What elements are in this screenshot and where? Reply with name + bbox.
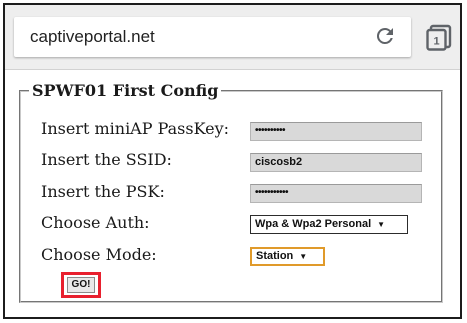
auth-label: Choose Auth: [41,213,150,232]
tabs-icon[interactable]: 1 [426,24,452,51]
url-text[interactable]: captiveportal.net [30,27,155,47]
psk-label: Insert the PSK: [41,182,165,201]
browser-toolbar: captiveportal.net 1 [5,5,460,70]
tab-count: 1 [433,36,439,48]
go-button-highlight: GO! [61,272,101,298]
config-legend: SPWF01 First Config [32,81,219,100]
auth-selected-value: Wpa & Wpa2 Personal [255,218,372,230]
dropdown-arrow-icon: ▼ [299,252,308,261]
go-button[interactable]: GO! [67,277,95,293]
ssid-label: Insert the SSID: [41,150,172,169]
passkey-input[interactable]: •••••••••• [250,122,422,141]
ssid-input[interactable]: ciscosb2 [250,153,422,172]
address-bar[interactable]: captiveportal.net [14,17,411,57]
dropdown-arrow-icon: ▼ [377,220,386,229]
mode-selected-value: Station [256,250,294,262]
psk-input[interactable]: ••••••••••• [250,184,422,203]
mode-label: Choose Mode: [41,245,157,264]
reload-icon[interactable] [373,24,397,48]
auth-select[interactable]: Wpa & Wpa2 Personal ▼ [250,215,408,234]
browser-window: captiveportal.net 1 SPWF01 First Config … [3,3,462,319]
passkey-label: Insert miniAP PassKey: [41,119,230,138]
mode-select[interactable]: Station ▼ [250,247,325,266]
